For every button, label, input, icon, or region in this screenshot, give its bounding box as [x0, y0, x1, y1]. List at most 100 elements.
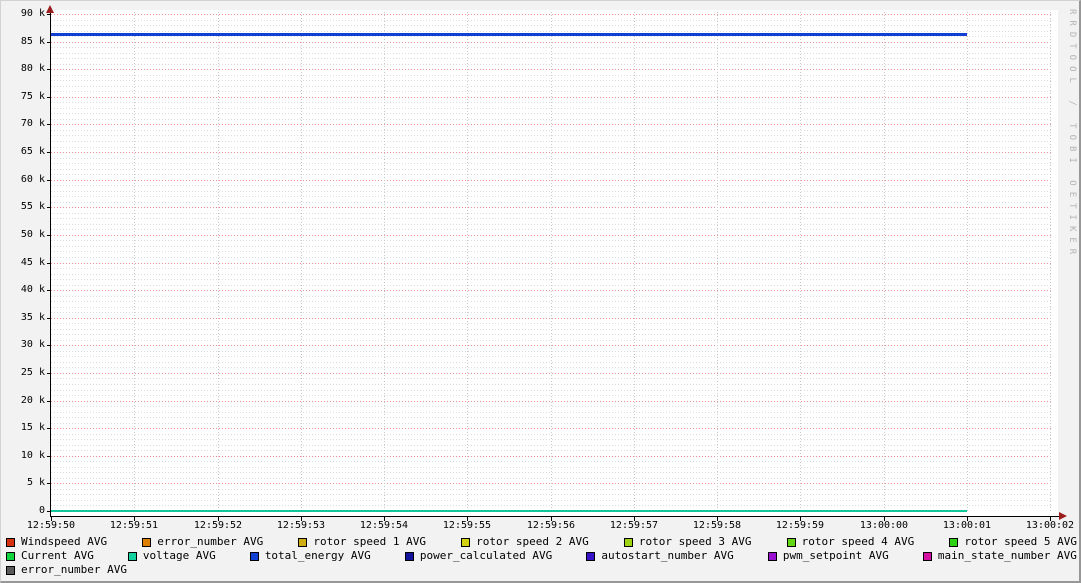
x-axis-label: 12:59:57 — [609, 520, 659, 531]
legend-item: rotor speed 2 AVG — [461, 536, 589, 548]
y-axis-label: 50 k — [20, 229, 45, 240]
y-axis-tick — [47, 124, 51, 125]
y-axis-label: 90 k — [20, 8, 45, 19]
y-axis-tick — [47, 318, 51, 319]
y-axis-tick — [47, 152, 51, 153]
legend-color-swatch — [6, 537, 15, 547]
y-axis-label: 5 k — [26, 477, 45, 488]
legend-item: main_state_number AVG — [922, 549, 1077, 562]
y-axis-tick — [47, 235, 51, 236]
y-axis-tick — [47, 483, 51, 484]
x-axis-label: 12:59:59 — [775, 520, 825, 531]
y-axis-tick — [47, 373, 51, 374]
gridline-vertical — [301, 12, 302, 512]
y-axis-arrow-icon — [46, 5, 54, 13]
legend-row: error_number AVG — [6, 564, 1077, 576]
y-axis-label: 70 k — [20, 118, 45, 129]
legend-label: voltage AVG — [142, 549, 216, 562]
x-axis-label: 13:00:01 — [942, 520, 992, 531]
legend-label: rotor speed 3 AVG — [638, 535, 752, 548]
gridline-vertical — [717, 12, 718, 512]
x-axis-label: 12:59:51 — [109, 520, 159, 531]
gridline-vertical — [551, 12, 552, 512]
x-axis-label: 13:00:00 — [859, 520, 909, 531]
legend-label: Current AVG — [21, 549, 94, 562]
gridline-vertical — [1050, 12, 1051, 512]
x-axis-label: 12:59:50 — [26, 520, 76, 531]
y-axis-label: 80 k — [20, 63, 45, 74]
legend-label: power_calculated AVG — [419, 549, 553, 562]
rrdtool-graph: 0 5 k 10 k 15 k 20 k 25 k 30 k 35 k 40 k 45 k 50 k… — [0, 0, 1081, 583]
series-line-total-energy-avg — [51, 33, 967, 36]
legend-item: Windspeed AVG — [6, 536, 107, 548]
y-axis-label: 75 k — [20, 91, 45, 102]
gridline-vertical — [634, 12, 635, 512]
legend-color-swatch — [249, 551, 259, 561]
y-axis-label: 65 k — [20, 146, 45, 157]
x-axis-arrow-icon — [1059, 512, 1067, 520]
legend-item: rotor speed 1 AVG — [298, 536, 426, 548]
y-axis-tick — [47, 290, 51, 291]
y-axis-tick — [47, 456, 51, 457]
y-axis-tick — [47, 14, 51, 15]
gridline-vertical — [467, 12, 468, 512]
x-axis-label: 12:59:56 — [526, 520, 576, 531]
legend-color-swatch — [6, 565, 15, 575]
legend-color-swatch — [922, 551, 932, 561]
y-axis-label: 0 — [38, 505, 45, 516]
y-axis-tick — [47, 263, 51, 264]
y-axis-label: 85 k — [20, 36, 45, 47]
legend-item: total_energy AVG — [249, 549, 371, 562]
legend-color-swatch — [623, 537, 633, 547]
x-axis-label: 12:59:54 — [359, 520, 409, 531]
legend-label: Windspeed AVG — [21, 535, 108, 548]
legend-item: pwm_setpoint AVG — [767, 550, 889, 562]
legend-item: voltage AVG — [127, 549, 216, 562]
legend-color-swatch — [298, 537, 308, 547]
legend-label: rotor speed 2 AVG — [476, 535, 589, 548]
legend-item: power_calculated AVG — [404, 549, 553, 562]
legend-label: rotor speed 5 AVG — [964, 535, 1077, 548]
legend-item: rotor speed 5 AVG — [949, 536, 1077, 548]
legend-color-swatch — [142, 537, 152, 547]
y-axis-label: 30 k — [20, 339, 45, 350]
y-axis-tick — [47, 69, 51, 70]
watermark: RRDTOOL / TOBI OETIKER — [1067, 9, 1077, 261]
x-axis — [51, 516, 1059, 517]
series-line-voltage-avg — [51, 510, 967, 512]
y-axis-label: 10 k — [20, 450, 45, 461]
legend-color-swatch — [586, 551, 596, 561]
y-axis-tick — [47, 428, 51, 429]
x-axis-label: 12:59:52 — [193, 520, 243, 531]
y-axis-tick — [47, 511, 51, 512]
legend-label: main_state_number AVG — [937, 549, 1077, 562]
x-axis-label: 13:00:02 — [1025, 520, 1075, 531]
legend-item: Current AVG — [6, 550, 94, 562]
y-axis-label: 25 k — [20, 367, 45, 378]
gridline-vertical — [800, 12, 801, 512]
legend-row: Windspeed AVG error_number AVG rotor speed… — [6, 536, 1077, 548]
legend-color-swatch — [767, 551, 777, 561]
y-axis-tick — [47, 42, 51, 43]
legend-label: error_number AVG — [21, 563, 127, 576]
y-axis-label: 40 k — [20, 284, 45, 295]
gridline-vertical — [384, 12, 385, 512]
legend-color-swatch — [949, 537, 959, 547]
legend-label: rotor speed 4 AVG — [801, 535, 915, 548]
y-axis-tick — [47, 180, 51, 181]
y-axis-label: 35 k — [20, 312, 45, 323]
legend-color-swatch — [6, 551, 15, 561]
legend-color-swatch — [461, 537, 471, 547]
legend-label: autostart_number AVG — [601, 549, 734, 562]
gridline-vertical — [884, 12, 885, 512]
y-axis-label: 60 k — [20, 174, 45, 185]
gridline-vertical — [967, 12, 968, 512]
legend: Windspeed AVG error_number AVG rotor speed… — [6, 536, 1077, 578]
legend-label: total_energy AVG — [264, 549, 371, 562]
legend-color-swatch — [127, 551, 137, 561]
y-axis-tick — [47, 401, 51, 402]
legend-item: error_number AVG — [142, 536, 263, 548]
x-axis-label: 12:59:58 — [692, 520, 742, 531]
legend-item: rotor speed 4 AVG — [786, 535, 915, 548]
legend-color-swatch — [786, 537, 796, 547]
